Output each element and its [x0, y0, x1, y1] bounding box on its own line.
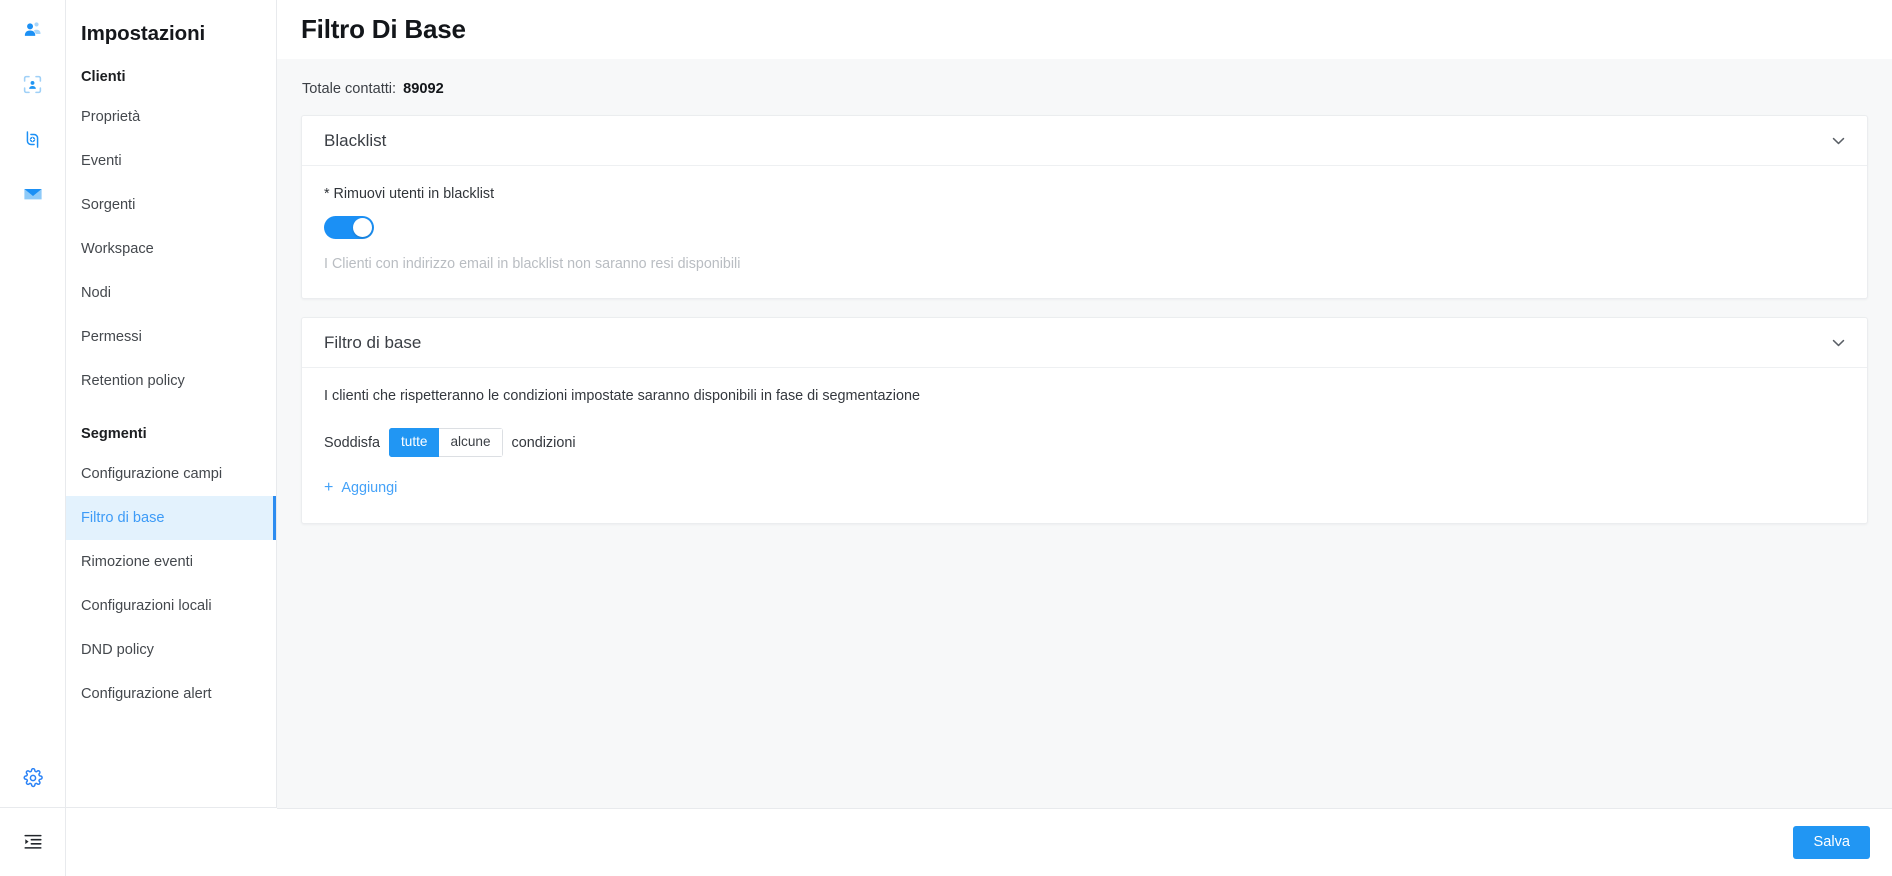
sidebar-item-dnd-policy[interactable]: DND policy — [66, 628, 276, 672]
sidebar-item-workspace[interactable]: Workspace — [66, 227, 276, 271]
condition-option-alcune[interactable]: alcune — [439, 428, 503, 458]
audience-scan-icon[interactable] — [13, 67, 53, 101]
sidebar-item-sorgenti[interactable]: Sorgenti — [66, 183, 276, 227]
page-header: Filtro Di Base — [277, 0, 1892, 59]
sidebar-item-eventi[interactable]: Eventi — [66, 139, 276, 183]
gear-icon[interactable] — [0, 748, 65, 808]
sidebar-group-clienti: Clienti Proprietà Eventi Sorgenti Worksp… — [66, 46, 276, 403]
chevron-down-icon[interactable] — [1831, 336, 1845, 350]
base-filter-description: I clienti che rispetteranno le condizion… — [324, 388, 920, 404]
sidebar-item-configurazione-campi[interactable]: Configurazione campi — [66, 452, 276, 496]
sidebar-item-permessi[interactable]: Permessi — [66, 315, 276, 359]
total-contacts-label: Totale contatti: — [302, 81, 397, 97]
sidebar-heading-clienti: Clienti — [81, 69, 126, 85]
contacts-icon[interactable] — [13, 12, 53, 46]
settings-sidebar: Impostazioni Clienti Proprietà Eventi So… — [66, 0, 277, 808]
plus-icon: + — [324, 479, 334, 497]
blacklist-card-body: * Rimuovi utenti in blacklist I Clienti … — [302, 166, 1867, 298]
condition-match-toggle-group: tutte alcune — [389, 428, 503, 458]
condition-suffix-label: condizioni — [511, 434, 576, 451]
condition-option-tutte[interactable]: tutte — [389, 428, 440, 458]
sidebar-item-retention-policy[interactable]: Retention policy — [66, 359, 276, 403]
base-filter-card-header[interactable]: Filtro di base — [302, 318, 1867, 368]
blacklist-hint: I Clienti con indirizzo email in blackli… — [324, 256, 741, 272]
sidebar-item-proprieta[interactable]: Proprietà — [66, 95, 276, 139]
primary-icon-rail — [0, 0, 66, 876]
save-button[interactable]: Salva — [1793, 826, 1870, 859]
rail-top-icons — [13, 0, 53, 211]
toggle-knob — [353, 218, 372, 237]
rail-bottom-icons — [0, 748, 65, 876]
blacklist-card: Blacklist * Rimuovi utenti in blacklist … — [301, 115, 1868, 299]
sidebar-item-rimozione-eventi[interactable]: Rimozione eventi — [66, 540, 276, 584]
blacklist-field-label: * Rimuovi utenti in blacklist — [324, 186, 495, 202]
sidebar-item-configurazioni-locali[interactable]: Configurazioni locali — [66, 584, 276, 628]
add-condition-label: Aggiungi — [341, 480, 398, 497]
sidebar-group-segmenti: Segmenti Configurazione campi Filtro di … — [66, 403, 276, 716]
sidebar-heading-segmenti: Segmenti — [81, 426, 147, 442]
base-filter-card: Filtro di base I clienti che rispetteran… — [301, 317, 1868, 525]
flow-node-icon[interactable] — [13, 122, 53, 156]
blacklist-toggle[interactable] — [324, 216, 374, 239]
main-content: Filtro Di Base Totale contatti: 89092 Bl… — [277, 0, 1892, 876]
sidebar-item-configurazione-alert[interactable]: Configurazione alert — [66, 672, 276, 716]
blacklist-card-title: Blacklist — [324, 130, 387, 150]
blacklist-card-header[interactable]: Blacklist — [302, 116, 1867, 166]
page-title: Filtro Di Base — [301, 14, 466, 44]
condition-prefix-label: Soddisfa — [324, 434, 381, 451]
footer-action-bar: Salva — [277, 808, 1892, 876]
total-contacts: Totale contatti: 89092 — [301, 59, 1868, 115]
collapse-sidebar-icon[interactable] — [0, 808, 65, 876]
content-area: Totale contatti: 89092 Blacklist * Rimuo… — [277, 59, 1892, 876]
chevron-down-icon[interactable] — [1831, 134, 1845, 148]
settings-title: Impostazioni — [81, 22, 206, 45]
envelope-icon[interactable] — [13, 177, 53, 211]
app-root: Impostazioni Clienti Proprietà Eventi So… — [0, 0, 1892, 876]
base-filter-card-title: Filtro di base — [324, 332, 422, 352]
sidebar-item-filtro-di-base[interactable]: Filtro di base — [66, 496, 276, 540]
condition-match-row: Soddisfa tutte alcune condizioni — [324, 428, 1845, 458]
total-contacts-value: 89092 — [403, 81, 444, 97]
base-filter-card-body: I clienti che rispetteranno le condizion… — [302, 368, 1867, 523]
sidebar-item-nodi[interactable]: Nodi — [66, 271, 276, 315]
add-condition-button[interactable]: + Aggiungi — [324, 479, 398, 497]
